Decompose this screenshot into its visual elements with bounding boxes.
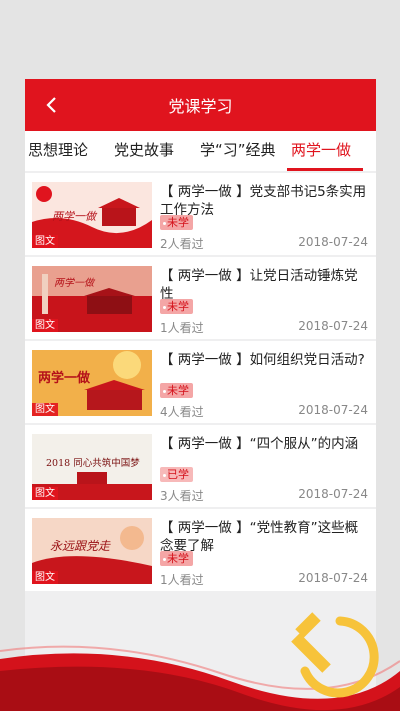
thumbnail-caption: 两学一做 <box>38 370 90 386</box>
tab-bar: 思想理论 党史故事 学“习”经典 两学一做 <box>25 131 376 171</box>
content-type-tag: 图文 <box>32 571 58 584</box>
thumbnail-caption: 永远跟党走 <box>50 539 111 553</box>
publish-date: 2018-07-24 <box>298 487 368 501</box>
article-item[interactable]: 两学一做 图文 【 两学一做 】党支部书记5条实用工作方法 未学 2人看过 20… <box>25 173 376 255</box>
article-thumbnail: 2018 同心共筑中国梦 图文 <box>32 434 152 500</box>
view-count: 3人看过 <box>160 489 204 503</box>
article-thumbnail: 两学一做 图文 <box>32 350 152 416</box>
content-type-tag: 图文 <box>32 403 58 416</box>
view-count: 1人看过 <box>160 321 204 335</box>
tab-theory[interactable]: 思想理论 <box>28 131 88 171</box>
study-status-badge: 已学 <box>160 467 193 482</box>
hammer-sickle-icon <box>291 612 379 698</box>
article-item[interactable]: 两学一做 图文 【 两学一做 】让党日活动锤炼党性 未学 1人看过 2018-0… <box>25 257 376 339</box>
publish-date: 2018-07-24 <box>298 571 368 585</box>
article-title: 【 两学一做 】党支部书记5条实用工作方法 <box>160 184 367 218</box>
study-status-badge: 未学 <box>160 383 193 398</box>
publish-date: 2018-07-24 <box>298 403 368 417</box>
thumbnail-caption: 两学一做 <box>52 210 98 223</box>
article-thumbnail: 永远跟党走 图文 <box>32 518 152 584</box>
tab-party-history[interactable]: 党史故事 <box>114 131 174 171</box>
article-title: 【 两学一做 】“党性教育”这些概念要了解 <box>160 520 359 554</box>
article-title: 【 两学一做 】让党日活动锤炼党性 <box>160 268 358 302</box>
article-title: 【 两学一做 】“四个服从”的内涵 <box>160 436 359 452</box>
article-item[interactable]: 2018 同心共筑中国梦 图文 【 两学一做 】“四个服从”的内涵 已学 3人看… <box>25 425 376 507</box>
footer-decoration <box>0 612 400 711</box>
study-status-badge: 未学 <box>160 215 193 230</box>
study-status-badge: 未学 <box>160 551 193 566</box>
content-type-tag: 图文 <box>32 319 58 332</box>
article-thumbnail: 两学一做 图文 <box>32 182 152 248</box>
article-item[interactable]: 两学一做 图文 【 两学一做 】如何组织党日活动? 未学 4人看过 2018-0… <box>25 341 376 423</box>
thumbnail-caption: 2018 同心共筑中国梦 <box>46 457 140 469</box>
publish-date: 2018-07-24 <box>298 235 368 249</box>
content-type-tag: 图文 <box>32 487 58 500</box>
article-thumbnail: 两学一做 图文 <box>32 266 152 332</box>
header-bar: 党课学习 <box>25 79 376 131</box>
article-title: 【 两学一做 】如何组织党日活动? <box>160 352 365 368</box>
page-title: 党课学习 <box>168 97 233 116</box>
view-count: 1人看过 <box>160 573 204 587</box>
view-count: 2人看过 <box>160 237 204 251</box>
tab-two-studies[interactable]: 两学一做 <box>291 131 351 171</box>
publish-date: 2018-07-24 <box>298 319 368 333</box>
thumbnail-caption: 两学一做 <box>54 277 96 289</box>
view-count: 4人看过 <box>160 405 204 419</box>
tab-classics[interactable]: 学“习”经典 <box>200 131 276 171</box>
active-tab-indicator <box>287 168 363 171</box>
study-status-badge: 未学 <box>160 299 193 314</box>
content-type-tag: 图文 <box>32 235 58 248</box>
article-item[interactable]: 永远跟党走 图文 【 两学一做 】“党性教育”这些概念要了解 未学 1人看过 2… <box>25 509 376 591</box>
